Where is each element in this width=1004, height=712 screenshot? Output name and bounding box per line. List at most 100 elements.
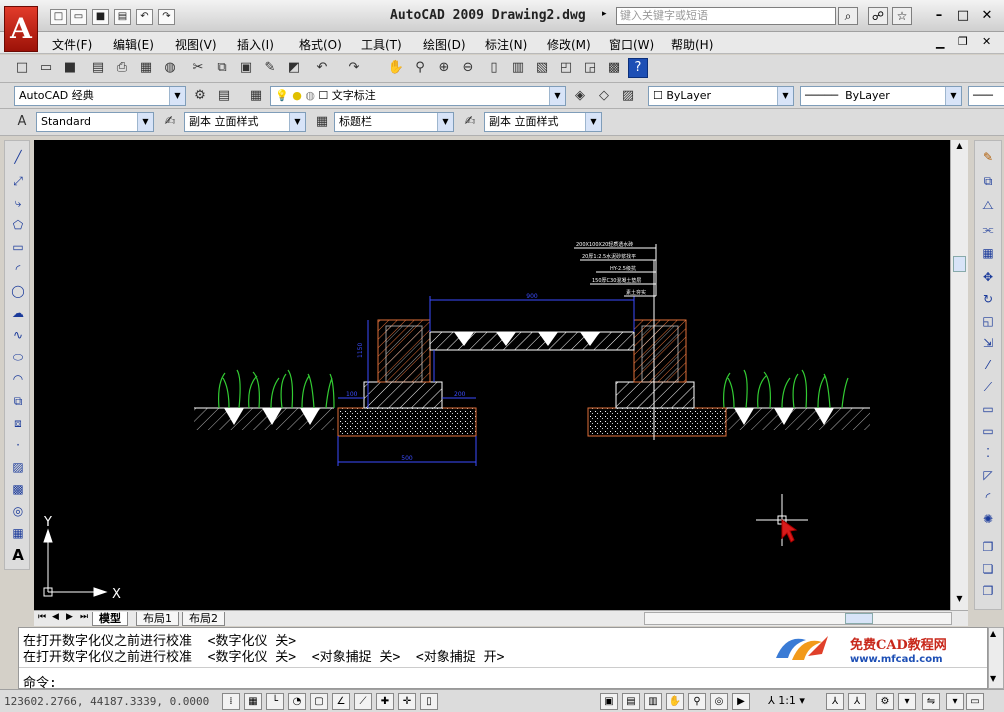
hscroll-thumb[interactable] [845,613,873,624]
sheet-set-icon[interactable]: ◰ [556,58,576,78]
lock-icon[interactable]: ▾ [898,693,916,710]
dynamic-input-icon[interactable]: ✚ [376,693,394,710]
menu-insert[interactable]: 插入(I) [237,36,274,53]
maximize-button[interactable]: □ [954,8,972,24]
tray-settings-icon[interactable]: ⇋ [922,693,940,710]
menu-tools[interactable]: 工具(T) [361,36,402,53]
quick-calc-icon[interactable]: ▩ [604,58,624,78]
linetype-select[interactable]: ───── ByLayer ▼ [800,86,962,106]
draw-order-back-icon[interactable]: ❏ [978,559,998,579]
doc-restore-icon[interactable]: ❐ [958,35,968,48]
multiline-text-icon[interactable]: A [8,545,28,565]
qnew-icon[interactable]: □ [12,58,32,78]
undo-icon[interactable]: ↶ [136,9,153,25]
pan-status-icon[interactable]: ✋ [666,693,684,710]
move-icon[interactable]: ✥ [978,267,998,287]
zoom-window-icon[interactable]: ⊕ [434,58,454,78]
open-icon[interactable]: ▭ [36,58,56,78]
plot-preview-icon[interactable]: ⎙ [112,58,132,78]
lineweight-select[interactable]: ─── [968,86,1004,106]
undo-icon[interactable]: ↶ [312,58,332,78]
tab-next-icon[interactable]: ▶ [66,612,73,622]
design-center-icon[interactable]: ▥ [508,58,528,78]
polygon-icon[interactable]: ⬠ [8,215,28,235]
print-icon[interactable]: ▤ [114,9,131,25]
scroll-down-icon[interactable]: ▼ [952,594,967,608]
point-icon[interactable]: · [8,435,28,455]
paste-icon[interactable]: ▣ [236,58,256,78]
offset-icon[interactable]: ⫘ [978,219,998,239]
app-menu-button[interactable]: A [4,6,38,52]
layer-properties-icon[interactable]: ▦ [246,86,266,106]
rectangle-icon[interactable]: ▭ [8,237,28,257]
tab-last-icon[interactable]: ⏭ [80,612,88,622]
search-icon[interactable]: ⌕ [838,7,858,25]
line-icon[interactable]: ╱ [8,147,28,167]
spline-icon[interactable]: ∿ [8,325,28,345]
stretch-icon[interactable]: ⇲ [978,333,998,353]
annotation-scale[interactable]: ⅄ 1:1 ▾ [768,694,805,707]
menu-view[interactable]: 视图(V) [175,36,217,53]
match-properties-icon[interactable]: ✎ [260,58,280,78]
break-icon[interactable]: ▭ [978,421,998,441]
table-style-icon[interactable]: ▦ [312,112,332,132]
doc-close-icon[interactable]: ✕ [982,35,991,48]
menu-draw[interactable]: 绘图(D) [423,36,466,53]
explode-icon[interactable]: ✺ [978,509,998,529]
coordinates-readout[interactable]: 123602.2766, 44187.3339, 0.0000 [4,695,209,708]
open-file-icon[interactable]: ▭ [70,9,87,25]
hatch-icon[interactable]: ▨ [8,457,28,477]
make-block-icon[interactable]: ⧈ [8,413,28,433]
doc-minimize-icon[interactable]: ▁ [936,36,944,49]
favorites-star-icon[interactable]: ☆ [892,7,912,25]
fillet-icon[interactable]: ◜ [978,487,998,507]
menu-window[interactable]: 窗口(W) [609,36,654,53]
ortho-mode-icon[interactable]: └ [266,693,284,710]
cmd-scroll-up-icon[interactable]: ▲ [990,629,996,638]
erase-icon[interactable]: ✎ [978,147,998,167]
tab-model[interactable]: 模型 [92,612,128,626]
menu-edit[interactable]: 编辑(E) [113,36,154,53]
grid-display-icon[interactable]: ▦ [244,693,262,710]
save-icon[interactable]: ■ [92,9,109,25]
scale-icon[interactable]: ◱ [978,311,998,331]
annotation-visibility-icon[interactable]: ⅄ [826,693,844,710]
layer-states-icon[interactable]: ▨ [618,86,638,106]
workspace-switch-icon[interactable]: ⚙ [876,693,894,710]
table-icon[interactable]: ▦ [8,523,28,543]
workspace-settings-icon[interactable]: ⚙ [190,86,210,106]
quick-view-icon[interactable]: ▥ [644,693,662,710]
tab-layout1[interactable]: 布局1 [136,612,179,626]
menu-help[interactable]: 帮助(H) [671,36,713,53]
text-style-icon[interactable]: A [12,112,32,132]
array-icon[interactable]: ▦ [978,243,998,263]
pan-icon[interactable]: ✋ [386,58,406,78]
make-layer-current-icon[interactable]: ◈ [570,86,590,106]
insert-block-icon[interactable]: ⧉ [8,391,28,411]
help-icon[interactable]: ? [628,58,648,78]
trim-icon[interactable]: ⁄ [978,355,998,375]
menu-format[interactable]: 格式(O) [299,36,342,53]
zoom-status-icon[interactable]: ⚲ [688,693,706,710]
horizontal-scrollbar[interactable] [644,612,952,625]
polar-tracking-icon[interactable]: ◔ [288,693,306,710]
minimize-button[interactable]: – [930,8,948,24]
circle-icon[interactable]: ◯ [8,281,28,301]
block-editor-icon[interactable]: ◩ [284,58,304,78]
menu-modify[interactable]: 修改(M) [547,36,591,53]
rotate-icon[interactable]: ↻ [978,289,998,309]
cut-icon[interactable]: ✂ [188,58,208,78]
command-scrollbar[interactable]: ▲ ▼ [988,627,1004,689]
markup-set-icon[interactable]: ◲ [580,58,600,78]
scroll-up-icon[interactable]: ▲ [952,141,967,155]
redo-icon[interactable]: ↷ [344,58,364,78]
chamfer-icon[interactable]: ◸ [978,465,998,485]
auto-scale-icon[interactable]: ⅄ [848,693,866,710]
layer-previous-icon[interactable]: ◇ [594,86,614,106]
tab-layout2[interactable]: 布局2 [182,612,225,626]
snap-mode-icon[interactable]: ⁞ [222,693,240,710]
vertical-scrollbar[interactable]: ▲ ▼ [950,140,968,610]
dim-style-icon[interactable]: ✍ [160,112,180,132]
model-space-icon[interactable]: ▣ [600,693,618,710]
layout-icon[interactable]: ▤ [622,693,640,710]
